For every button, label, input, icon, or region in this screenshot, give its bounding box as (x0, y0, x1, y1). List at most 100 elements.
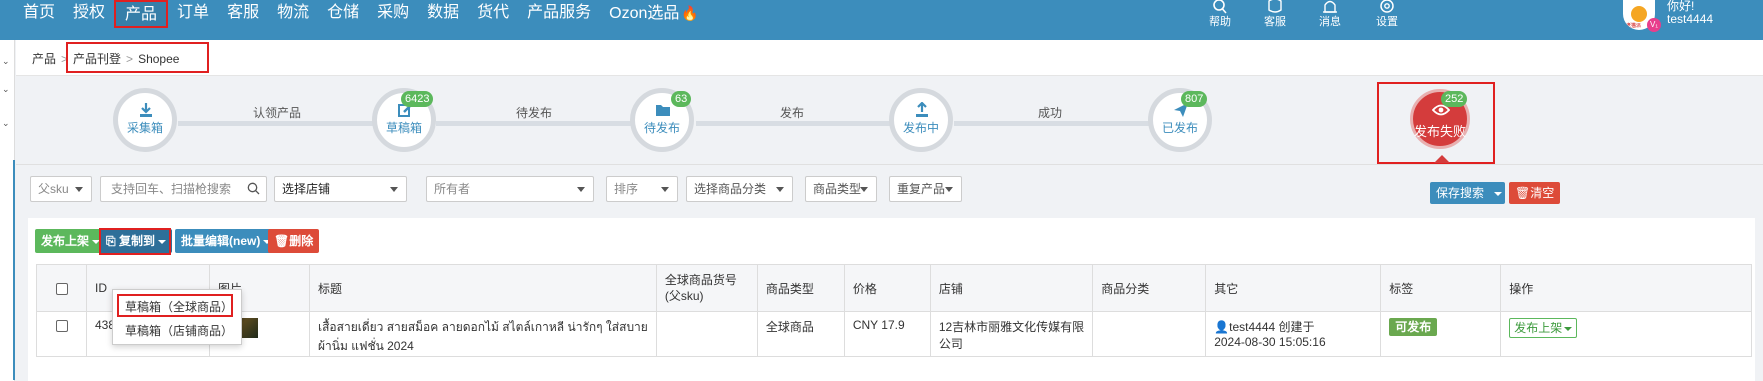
folder-icon (656, 105, 670, 116)
settings-label: 设置 (1376, 16, 1398, 28)
nav-forwarding[interactable]: 货代 (468, 0, 518, 28)
delete-button[interactable]: 🗑删除 (268, 229, 320, 253)
service-tool[interactable]: 客服 (1255, 0, 1295, 28)
chevron-down-icon[interactable]: ⌄ (2, 84, 10, 95)
user-menu[interactable]: 老猫派 V₁ 你好! test4444 (1623, 0, 1763, 36)
step-collect-label: 采集箱 (126, 121, 163, 135)
workflow-steps: 认领产品 待发布 发布 成功 采集箱 草稿箱 6423 待发布 63 发布中 已… (16, 77, 1763, 164)
step-connector (696, 121, 896, 126)
step-publishing[interactable]: 发布中 (889, 88, 953, 152)
header-category: 商品分类 (1092, 264, 1207, 312)
chevron-down-icon[interactable]: ⌄ (2, 118, 10, 129)
copy-to-highlight-box (99, 228, 171, 255)
active-step-pointer (1434, 155, 1450, 163)
sort-select-value: 排序 (614, 182, 639, 196)
row-title[interactable]: เสื้อสายเดี่ยว สายสม็อค ลายดอกไม้ สไตล์เ… (309, 311, 657, 357)
row-publish-button[interactable]: 发布上架 (1509, 318, 1578, 338)
caret-down-icon (1493, 191, 1502, 196)
product-type-select[interactable]: 商品类型 (805, 176, 877, 202)
row-other: 👤test4444 创建于 2024-08-30 15:05:16 (1205, 311, 1382, 357)
step-connector (178, 121, 378, 126)
message-label: 消息 (1319, 16, 1341, 28)
breadcrumb-product[interactable]: 产品 (32, 50, 56, 67)
clear-button[interactable]: 🗑清空 (1509, 182, 1561, 204)
header-other: 其它 (1205, 264, 1382, 312)
step-draft-label: 草稿箱 (385, 121, 422, 135)
caret-down-icon (75, 187, 83, 192)
nav-product[interactable]: 产品 (114, 0, 169, 28)
save-search-button[interactable]: 保存搜索 (1430, 182, 1505, 204)
duplicate-select-value: 重复产品 (897, 182, 946, 196)
owner-select-value: 所有者 (434, 182, 471, 196)
nav-purchase[interactable]: 采购 (368, 0, 418, 28)
row-select-cell (36, 311, 87, 357)
search-input[interactable] (111, 178, 241, 200)
filter-bar: 父sku 选择店铺 所有者 排序 选择商品分类 商品类型 重复产品 保存搜索 🗑… (16, 164, 1763, 212)
help-tool[interactable]: 帮助 (1200, 0, 1240, 28)
step-published-label: 已发布 (1161, 121, 1198, 135)
menu-item-draft-global[interactable]: 草稿箱（全球商品） (125, 298, 233, 315)
nav-ozon-selection[interactable]: Ozon选品 🔥 (600, 0, 708, 28)
main-menu: 首页 授权 产品 订单 客服 物流 仓储 采购 数据 货代 产品服务 Ozon选… (14, 0, 708, 28)
nav-product-service[interactable]: 产品服务 (518, 0, 600, 28)
caret-down-icon (577, 187, 585, 192)
parent-sku-select[interactable]: 父sku (30, 176, 92, 202)
step-connector (436, 121, 638, 126)
breadcrumb-highlight-box (66, 42, 209, 73)
row-created-at: 2024-08-30 15:05:16 (1214, 335, 1326, 349)
nav-data[interactable]: 数据 (418, 0, 468, 28)
nav-home[interactable]: 首页 (14, 0, 64, 28)
chat-icon (1268, 0, 1282, 13)
nav-logistics[interactable]: 物流 (268, 0, 318, 28)
row-price: CNY 17.9 (843, 311, 931, 357)
publish-button[interactable]: 发布上架 (35, 229, 107, 253)
chevron-down-icon[interactable]: ⌄ (2, 56, 10, 67)
caret-down-icon (776, 187, 784, 192)
step-collect[interactable]: 采集箱 (113, 88, 177, 152)
step-draft-count: 6423 (401, 91, 434, 107)
header-actions: 操作 (1500, 264, 1752, 312)
trash-icon: 🗑 (274, 234, 290, 248)
caret-down-icon (945, 187, 953, 192)
row-global-sku (655, 311, 758, 357)
download-icon (140, 103, 152, 117)
caret-down-icon (1564, 326, 1573, 331)
step-pending-label: 待发布 (643, 121, 680, 135)
shop-select[interactable]: 选择店铺 (274, 176, 407, 202)
menu-item-draft-shop[interactable]: 草稿箱（店铺商品） (125, 322, 233, 339)
message-tool[interactable]: 消息 (1310, 0, 1350, 28)
table-row: 43802306 เสื้อสายเดี่ยว สายสม็อค ลายดอกไ… (36, 311, 1752, 357)
category-select[interactable]: 选择商品分类 (686, 176, 793, 202)
settings-tool[interactable]: 设置 (1367, 0, 1407, 28)
select-all-checkbox[interactable] (55, 282, 68, 295)
sidebar-active-indicator (13, 160, 15, 380)
caret-down-icon (860, 187, 868, 192)
nav-customer-service[interactable]: 客服 (218, 0, 268, 28)
nav-authorize[interactable]: 授权 (64, 0, 114, 28)
row-shop-line1: 12吉林市丽雅文化传媒有限 (938, 320, 1085, 334)
product-list-panel: 发布上架 ⎘ 复制到 批量编辑(new) 🗑删除 ID 图片 标题 全球商品货号… (28, 218, 1755, 381)
row-publish-label: 发布上架 (1514, 321, 1563, 335)
header-global-sku-line1: 全球商品货号 (664, 273, 737, 287)
row-title-line2: ผ้านิ่ม แฟชั่น 2024 (318, 339, 414, 353)
nav-warehouse[interactable]: 仓储 (318, 0, 368, 28)
header-global-sku-line2: (父sku) (664, 289, 704, 303)
vip-level: V (1649, 20, 1656, 29)
delete-label: 删除 (289, 234, 314, 248)
row-product-type: 全球商品 (756, 311, 845, 357)
row-checkbox[interactable] (55, 319, 68, 332)
row-created-by: test4444 创建于 (1229, 320, 1315, 334)
sort-select[interactable]: 排序 (606, 176, 678, 202)
nav-ozon-label: Ozon选品 (609, 5, 680, 22)
user-name: test4444 (1667, 12, 1714, 26)
owner-select[interactable]: 所有者 (426, 176, 594, 202)
batch-edit-button[interactable]: 批量编辑(new) (175, 229, 278, 253)
shop-select-value: 选择店铺 (282, 182, 331, 196)
header-global-sku: 全球商品货号 (父sku) (655, 264, 758, 312)
nav-orders[interactable]: 订单 (168, 0, 218, 28)
step-pending-count: 63 (671, 91, 692, 107)
header-product-type: 商品类型 (756, 264, 845, 312)
row-shop-line2: 公司 (938, 337, 963, 351)
search-icon[interactable] (247, 182, 260, 195)
duplicate-select[interactable]: 重复产品 (889, 176, 962, 202)
